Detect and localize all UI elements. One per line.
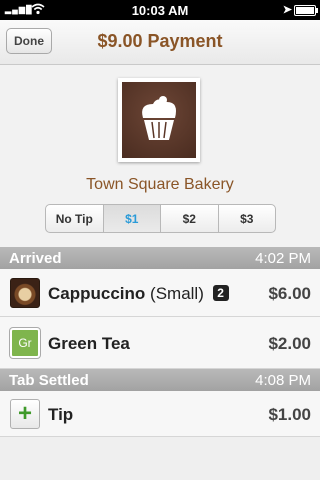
tip-option-2[interactable]: $2 (160, 205, 218, 232)
section-title: Tab Settled (9, 372, 89, 389)
tip-option-3[interactable]: $3 (217, 205, 276, 232)
list-item[interactable]: Gr Green Tea $2.00 (0, 317, 320, 369)
section-header-arrived: Arrived 4:02 PM (0, 247, 320, 269)
tip-option-no-tip[interactable]: No Tip (46, 205, 103, 232)
tip-selector: No Tip $1 $2 $3 (45, 204, 276, 233)
cappuccino-thumbnail (10, 278, 40, 308)
item-price: $2.00 (268, 334, 311, 353)
item-price: $6.00 (268, 284, 311, 303)
done-button[interactable]: Done (6, 28, 52, 54)
location-arrow-icon: ➤ (282, 4, 292, 16)
section-time: 4:08 PM (255, 372, 311, 389)
plus-icon[interactable]: + (10, 399, 40, 429)
item-name: Green Tea (48, 334, 130, 353)
item-name: Cappuccino (48, 284, 146, 303)
merchant-name: Town Square Bakery (86, 176, 234, 193)
tip-row[interactable]: + Tip $1.00 (0, 391, 320, 437)
section-header-tab-settled: Tab Settled 4:08 PM (0, 369, 320, 391)
empty-area (0, 437, 320, 480)
tip-option-1[interactable]: $1 (102, 205, 160, 232)
cupcake-icon (142, 96, 176, 140)
status-bar: ▂▄▆█ 10:03 AM ➤ (0, 0, 320, 20)
battery-icon (294, 5, 318, 16)
merchant-logo (118, 78, 200, 162)
list-item[interactable]: Cappuccino (Small) 2 $6.00 (0, 269, 320, 317)
section-time: 4:02 PM (255, 250, 311, 267)
status-time: 10:03 AM (131, 3, 189, 18)
page-title: $9.00 Payment (97, 31, 223, 51)
tip-label: Tip (48, 405, 74, 424)
section-title: Arrived (9, 250, 62, 267)
navigation-bar: Done $9.00 Payment (0, 20, 320, 65)
item-size: (Small) (150, 284, 204, 303)
tip-price: $1.00 (268, 405, 311, 424)
quantity-badge: 2 (212, 285, 229, 301)
green-tea-thumbnail: Gr (10, 328, 40, 358)
